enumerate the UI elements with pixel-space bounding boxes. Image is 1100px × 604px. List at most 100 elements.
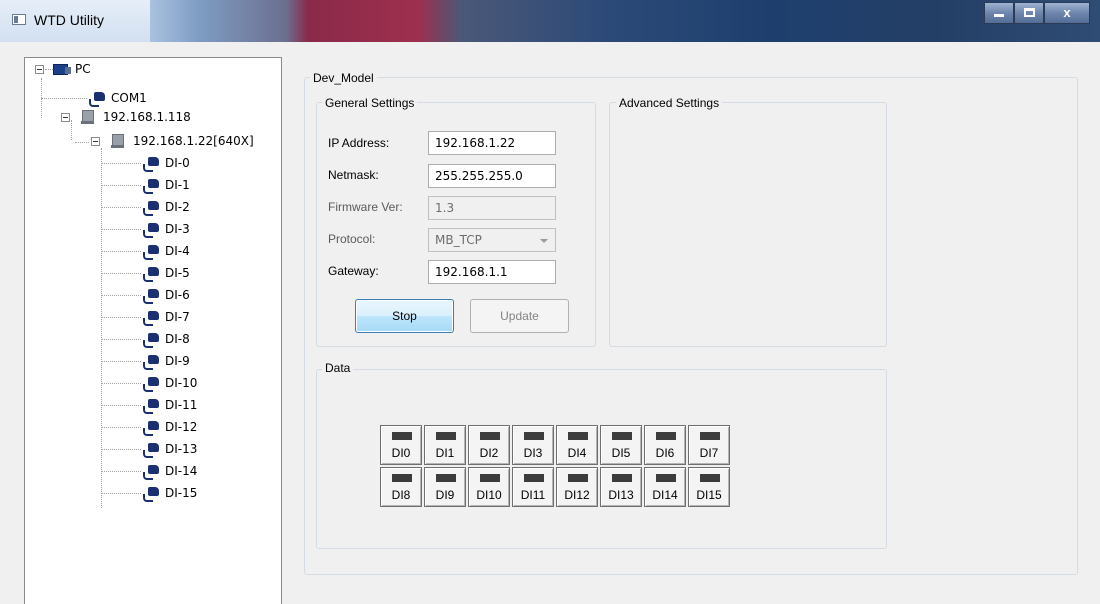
firmware-label: Firmware Ver: xyxy=(328,200,403,214)
di-label: DI13 xyxy=(608,488,634,502)
led-icon xyxy=(612,432,632,440)
led-icon xyxy=(480,474,500,482)
tree-node-label: DI-10 xyxy=(165,376,198,390)
network-host-icon xyxy=(81,110,94,124)
tree-connector xyxy=(101,317,141,318)
tree-connector xyxy=(71,120,72,140)
di-label: DI10 xyxy=(476,488,502,502)
led-icon xyxy=(524,474,544,482)
led-icon xyxy=(524,432,544,440)
led-icon xyxy=(568,474,588,482)
tree-connector xyxy=(101,163,141,164)
computer-icon xyxy=(53,63,71,75)
maximize-button[interactable] xyxy=(1014,2,1044,24)
di-indicator: DI8 xyxy=(380,467,422,507)
tree-connector xyxy=(101,383,141,384)
gateway-input[interactable]: 192.168.1.1 xyxy=(428,260,556,284)
close-icon: x xyxy=(1063,5,1071,20)
close-button[interactable]: x xyxy=(1044,2,1090,24)
di-indicator: DI13 xyxy=(600,467,642,507)
di-indicator: DI4 xyxy=(556,425,598,465)
di-indicator: DI1 xyxy=(424,425,466,465)
protocol-value: MB_TCP xyxy=(435,233,482,247)
tree-node-label: DI-3 xyxy=(165,222,190,236)
tree-connector xyxy=(101,361,141,362)
title-bar[interactable]: WTD Utility x xyxy=(0,0,1100,42)
collapse-icon[interactable] xyxy=(61,113,70,122)
channel-icon xyxy=(143,201,159,216)
led-icon xyxy=(700,432,720,440)
di-indicator: DI14 xyxy=(644,467,686,507)
tree-node-label: DI-13 xyxy=(165,442,198,456)
advanced-settings-title: Advanced Settings xyxy=(616,96,723,110)
tree-connector xyxy=(101,229,141,230)
di-indicator: DI3 xyxy=(512,425,554,465)
window-controls: x xyxy=(984,2,1090,24)
tree-connector xyxy=(101,339,141,340)
stop-button[interactable]: Stop xyxy=(355,299,454,333)
tree-connector xyxy=(41,98,87,99)
tree-connector xyxy=(101,471,141,472)
di-label: DI12 xyxy=(564,488,590,502)
data-title: Data xyxy=(322,361,354,375)
tree-connector xyxy=(101,273,141,274)
window-title: WTD Utility xyxy=(34,12,104,28)
channel-icon xyxy=(143,333,159,348)
netmask-label: Netmask: xyxy=(328,168,379,182)
di-indicator: DI10 xyxy=(468,467,510,507)
di-label: DI14 xyxy=(652,488,678,502)
collapse-icon[interactable] xyxy=(35,65,44,74)
di-label: DI5 xyxy=(611,446,631,460)
netmask-input[interactable]: 255.255.255.0 xyxy=(428,164,556,188)
title-area: WTD Utility xyxy=(0,0,150,42)
tree-node-label: DI-6 xyxy=(165,288,190,302)
channel-icon xyxy=(143,421,159,436)
ip-address-label: IP Address: xyxy=(328,136,390,150)
tree-node-label: DI-11 xyxy=(165,398,198,412)
di-indicator: DI6 xyxy=(644,425,686,465)
di-indicator: DI15 xyxy=(688,467,730,507)
tree-node-label: DI-14 xyxy=(165,464,198,478)
tree-node-label: 192.168.1.118 xyxy=(103,110,191,124)
device-tree[interactable]: PC COM1 192.168.1.118 192.168.1.22[640X]… xyxy=(24,57,282,604)
di-label: DI15 xyxy=(696,488,722,502)
channel-icon xyxy=(143,355,159,370)
di-label: DI7 xyxy=(699,446,719,460)
tree-connector xyxy=(101,148,102,508)
tree-node-label: COM1 xyxy=(111,91,147,105)
tree-connector xyxy=(101,185,141,186)
channel-icon xyxy=(143,245,159,260)
channel-icon xyxy=(143,465,159,480)
ip-address-input[interactable]: 192.168.1.22 xyxy=(428,131,556,155)
protocol-select: MB_TCP xyxy=(428,228,556,252)
tree-node-label: DI-12 xyxy=(165,420,198,434)
tree-node-label: DI-5 xyxy=(165,266,190,280)
tree-connector xyxy=(75,142,89,143)
channel-icon xyxy=(143,443,159,458)
dev-model-title: Dev_Model xyxy=(310,71,377,85)
collapse-icon[interactable] xyxy=(91,137,100,146)
tree-connector xyxy=(101,493,141,494)
led-icon xyxy=(436,474,456,482)
tree-connector xyxy=(101,449,141,450)
tree-connector xyxy=(101,251,141,252)
di-indicator: DI7 xyxy=(688,425,730,465)
protocol-label: Protocol: xyxy=(328,232,376,246)
led-icon xyxy=(480,432,500,440)
channel-icon xyxy=(143,223,159,238)
gateway-label: Gateway: xyxy=(328,264,379,278)
channel-icon xyxy=(143,179,159,194)
update-button[interactable]: Update xyxy=(470,299,569,333)
tree-node-label: DI-1 xyxy=(165,178,190,192)
di-indicator: DI0 xyxy=(380,425,422,465)
tree-node-label: DI-0 xyxy=(165,156,190,170)
di-indicator: DI9 xyxy=(424,467,466,507)
di-indicator: DI11 xyxy=(512,467,554,507)
di-label: DI9 xyxy=(435,488,455,502)
tree-connector xyxy=(101,427,141,428)
tree-connector xyxy=(101,207,141,208)
maximize-icon xyxy=(1023,8,1035,17)
led-icon xyxy=(656,474,676,482)
device-icon xyxy=(111,134,124,148)
minimize-button[interactable] xyxy=(984,2,1014,24)
